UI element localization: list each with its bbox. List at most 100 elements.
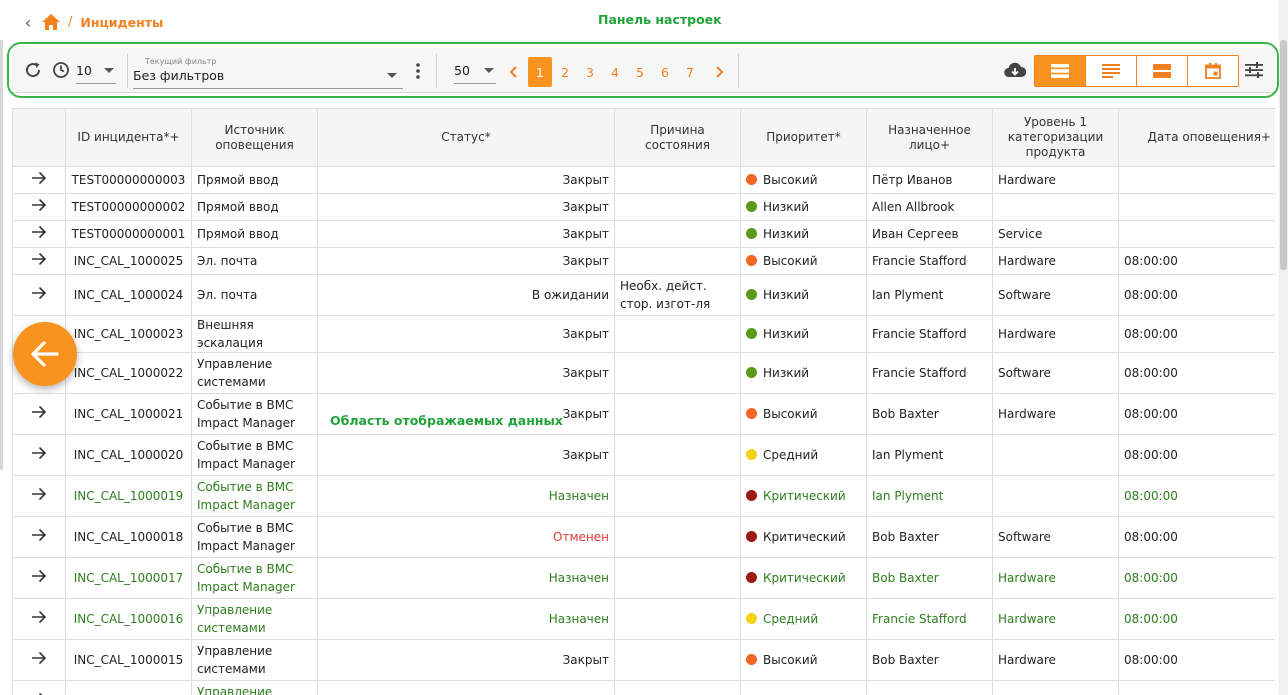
cloud-download-icon[interactable] [1002, 59, 1028, 81]
page-4[interactable]: 4 [603, 57, 627, 87]
arrow-right-icon[interactable] [31, 198, 47, 212]
text-list-view-icon[interactable] [1086, 56, 1137, 86]
arrow-right-icon[interactable] [31, 252, 47, 266]
page-size-select[interactable]: 50 [454, 57, 496, 84]
table-row[interactable]: TEST00000000001 Прямой ввод Закрыт Низкий Ив… [12, 220, 1275, 248]
open-row-cell[interactable] [12, 475, 66, 517]
table-row[interactable]: INC_CAL_1000024 Эл. почта В ожидании Необх.… [12, 274, 1275, 316]
cell-status: Закрыт [317, 352, 615, 394]
open-row-cell[interactable] [12, 516, 66, 558]
arrow-right-icon[interactable] [31, 487, 47, 501]
page-1[interactable]: 1 [528, 57, 552, 87]
priority-dot [746, 572, 757, 583]
cell-id: INC_CAL_1000018 [65, 516, 192, 558]
arrow-right-icon[interactable] [31, 528, 47, 542]
arrow-right-icon[interactable] [31, 225, 47, 239]
column-header[interactable]: Приоритет* [740, 108, 867, 167]
cell-status: Закрыт [317, 247, 615, 275]
column-header[interactable]: Дата оповещения+ [1118, 108, 1275, 167]
refresh-interval-select[interactable]: 10 [76, 57, 116, 84]
scrollbar-thumb[interactable] [1280, 40, 1287, 270]
priority-dot [746, 490, 757, 501]
cell-date: 08:00:00 [1118, 393, 1275, 435]
table-row[interactable]: INC_CAL_1000025 Эл. почта Закрыт Высокий Fra… [12, 247, 1275, 275]
column-header[interactable]: Уровень 1 категоризации продукта [992, 108, 1119, 167]
table-row[interactable]: INC_CAL_1000021 Событие в BMC Impact Mana… [12, 393, 1275, 435]
arrow-right-icon[interactable] [31, 171, 47, 185]
page-size-value: 50 [454, 62, 470, 78]
column-header[interactable]: Статус* [317, 108, 615, 167]
column-header[interactable]: Причина состояния [614, 108, 741, 167]
open-row-cell[interactable] [12, 193, 66, 221]
table-row[interactable]: INC_CAL_1000023 Внешняя эскалация Закрыт Ни… [12, 315, 1275, 353]
table-row[interactable]: TEST00000000002 Прямой ввод Закрыт Низкий Al… [12, 193, 1275, 221]
cell-priority: Низкий [740, 315, 867, 353]
home-icon[interactable] [42, 14, 60, 30]
toolbar-divider [738, 54, 739, 88]
open-row-cell[interactable] [12, 639, 66, 681]
table-row[interactable]: TEST00000000003 Прямой ввод Закрыт Высокий П… [12, 166, 1275, 194]
toolbar-divider [127, 54, 128, 88]
open-row-cell[interactable] [12, 274, 66, 316]
open-row-cell[interactable] [12, 598, 66, 640]
open-row-cell[interactable] [12, 393, 66, 435]
arrow-right-icon[interactable] [31, 405, 47, 419]
page-7[interactable]: 7 [678, 57, 702, 87]
cell-id: INC_CAL_1000016 [65, 598, 192, 640]
table-row[interactable]: INC_CAL_1000017 Событие в BMC Impact Mana… [12, 557, 1275, 599]
arrow-right-icon[interactable] [31, 610, 47, 624]
back-arrow-button[interactable] [13, 322, 77, 386]
cell-assignee: Allen Allbrook [866, 193, 993, 221]
cell-category: Hardware [992, 680, 1119, 695]
table-row[interactable]: INC_CAL_1000015 Управление системами Закры… [12, 639, 1275, 681]
open-row-cell[interactable] [12, 434, 66, 476]
page-6[interactable]: 6 [653, 57, 677, 87]
open-row-cell[interactable] [12, 247, 66, 275]
priority-dot [746, 174, 757, 185]
calendar-view-icon[interactable] [1188, 56, 1238, 86]
page-2[interactable]: 2 [553, 57, 577, 87]
page-3[interactable]: 3 [578, 57, 602, 87]
arrow-right-icon[interactable] [31, 651, 47, 665]
cell-assignee: Bob Baxter [866, 516, 993, 558]
column-header[interactable]: Источник оповещения [191, 108, 318, 167]
cell-id: TEST00000000001 [65, 220, 192, 248]
table-row[interactable]: INC_CAL_1000016 Управление системами Назна… [12, 598, 1275, 640]
page-5[interactable]: 5 [628, 57, 652, 87]
cell-source: Прямой ввод [191, 193, 318, 221]
open-row-cell[interactable] [12, 557, 66, 599]
arrow-right-icon[interactable] [31, 286, 47, 300]
table-view-icon[interactable] [1035, 56, 1086, 86]
column-header[interactable]: Назначенное лицо+ [866, 108, 993, 167]
table-row[interactable]: INC_CAL_1000018 Событие в BMC Impact Mana… [12, 516, 1275, 558]
prev-page-icon[interactable] [503, 57, 523, 87]
cell-source: Событие в BMC Impact Manager [191, 557, 318, 599]
next-page-icon[interactable] [710, 57, 730, 87]
arrow-right-icon[interactable] [31, 569, 47, 583]
table-row[interactable]: INC_CAL_1000014Управление системамиНазна… [12, 680, 1275, 695]
open-row-cell[interactable] [12, 220, 66, 248]
refresh-icon[interactable] [22, 59, 44, 81]
auto-refresh-timer-icon[interactable] [50, 59, 72, 81]
table-row[interactable]: INC_CAL_1000022 Управление системами Закры… [12, 352, 1275, 394]
open-row-cell[interactable] [12, 166, 66, 194]
breadcrumb-current[interactable]: Инциденты [80, 15, 163, 30]
cell-date: 08:00:00 [1118, 247, 1275, 275]
open-row-cell[interactable] [12, 680, 66, 695]
table-row[interactable]: INC_CAL_1000019 Событие в BMC Impact Mana… [12, 475, 1275, 517]
table-row[interactable]: INC_CAL_1000020 Событие в BMC Impact Mana… [12, 434, 1275, 476]
arrow-right-icon[interactable] [31, 692, 47, 695]
cell-assignee: Пётр Иванов [866, 166, 993, 194]
current-filter-select[interactable]: Без фильтров [133, 62, 403, 89]
arrow-right-icon[interactable] [31, 446, 47, 460]
column-header[interactable]: ID инцидента*+ [65, 108, 192, 167]
more-vertical-icon[interactable] [410, 60, 426, 82]
priority-dot [746, 654, 757, 665]
chevron-left-icon[interactable]: ‹ [22, 13, 34, 32]
incidents-table: ID инцидента*+ Источник оповещения Стату… [12, 108, 1275, 695]
card-view-icon[interactable] [1137, 56, 1188, 86]
vertical-scrollbar[interactable] [1279, 0, 1288, 695]
cell-status: В ожидании [317, 274, 615, 316]
column-settings-icon[interactable] [1242, 59, 1266, 81]
cell-priority: Низкий [740, 220, 867, 248]
